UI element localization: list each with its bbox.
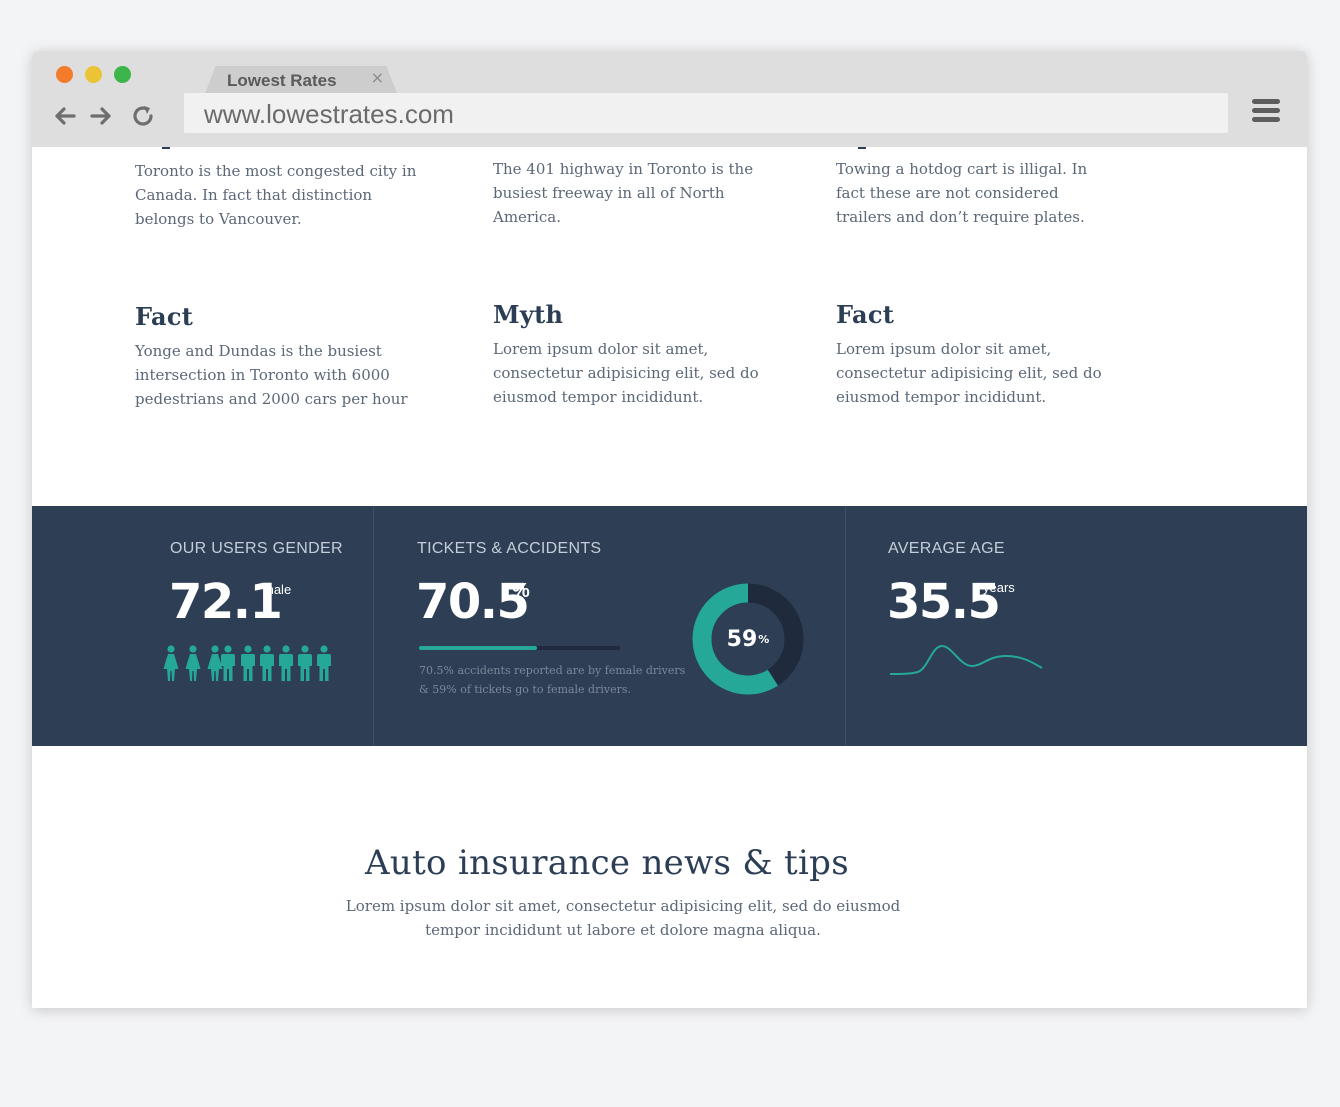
arrow-right-icon [90,107,111,125]
minimize-window-button[interactable] [85,66,102,83]
fact-card: Fact Yonge and Dundas is the busiest int… [135,302,425,411]
reload-icon [133,106,153,126]
age-label: AVERAGE AGE [888,540,1005,557]
male-person-icon [298,645,312,681]
donut-unit: % [758,632,770,646]
fact-card: The 401 highway in Toronto is the busies… [493,157,763,229]
fact-text: Toronto is the most congested city in Ca… [135,162,417,228]
address-bar[interactable] [184,93,1228,133]
fact-title: Fact [135,302,194,331]
cut-heading-fragment [162,147,170,149]
reload-button[interactable] [130,103,156,129]
donut-value: 59 [726,626,758,652]
fact-text: Yonge and Dundas is the busiest intersec… [135,342,408,408]
myth-title: Myth [493,300,564,329]
tickets-label: TICKETS & ACCIDENTS [417,540,602,557]
sparkline-path [889,644,1043,675]
male-person-icon [279,645,293,681]
male-person-icon [241,645,255,681]
tickets-progress-bar [419,646,620,650]
fact-text: Lorem ipsum dolor sit amet, consectetur … [836,340,1102,406]
gender-label: OUR USERS GENDER [170,540,343,557]
browser-tab[interactable]: Lowest Rates × [204,66,398,96]
female-person-icon [163,645,179,681]
fact-card: Toronto is the most congested city in Ca… [135,159,435,231]
myth-card: Myth Lorem ipsum dolor sit amet, consect… [493,300,763,409]
fact-title: Fact [836,300,895,329]
maximize-window-button[interactable] [114,66,131,83]
fact-card: Fact Lorem ipsum dolor sit amet, consect… [836,300,1106,409]
arrow-left-icon [55,107,76,125]
divider [845,506,846,746]
divider [373,506,374,746]
back-button[interactable] [52,103,78,129]
tab-title: Lowest Rates [227,71,337,90]
fact-text: The 401 highway in Toronto is the busies… [493,160,754,226]
forward-button[interactable] [88,103,114,129]
close-icon[interactable]: × [371,68,384,87]
page-content: Toronto is the most congested city in Ca… [32,147,1307,1008]
male-person-icon [221,645,235,681]
donut-label: 59% [689,580,807,698]
url-input[interactable] [202,97,1206,131]
browser-chrome: Lowest Rates × [32,51,1307,147]
age-unit: years [983,580,1015,595]
age-sparkline [889,644,1043,675]
male-person-icon [260,645,274,681]
female-person-icon [185,645,201,681]
fact-text: Towing a hotdog cart is illigal. In fact… [836,160,1088,226]
fact-card: Towing a hotdog cart is illigal. In fact… [836,157,1106,229]
stats-band: OUR USERS GENDER 72.1 male TICKETS & ACC… [32,506,1307,746]
tickets-unit: % [512,580,530,602]
tickets-progress-fill [419,646,537,650]
gender-unit: male [263,582,292,597]
news-title: Auto insurance news & tips [365,843,849,883]
tickets-note: 70.5% accidents reported are by female d… [419,664,686,696]
news-text: Lorem ipsum dolor sit amet, consectetur … [345,897,901,939]
cut-heading-fragment [858,147,866,149]
close-window-button[interactable] [56,66,73,83]
male-person-icon [317,645,331,681]
browser-window: Lowest Rates × www.lowestrates.com Toron… [32,51,1307,1008]
myth-text: Lorem ipsum dolor sit amet, consectetur … [493,340,759,406]
hamburger-menu-icon[interactable] [1252,99,1280,127]
